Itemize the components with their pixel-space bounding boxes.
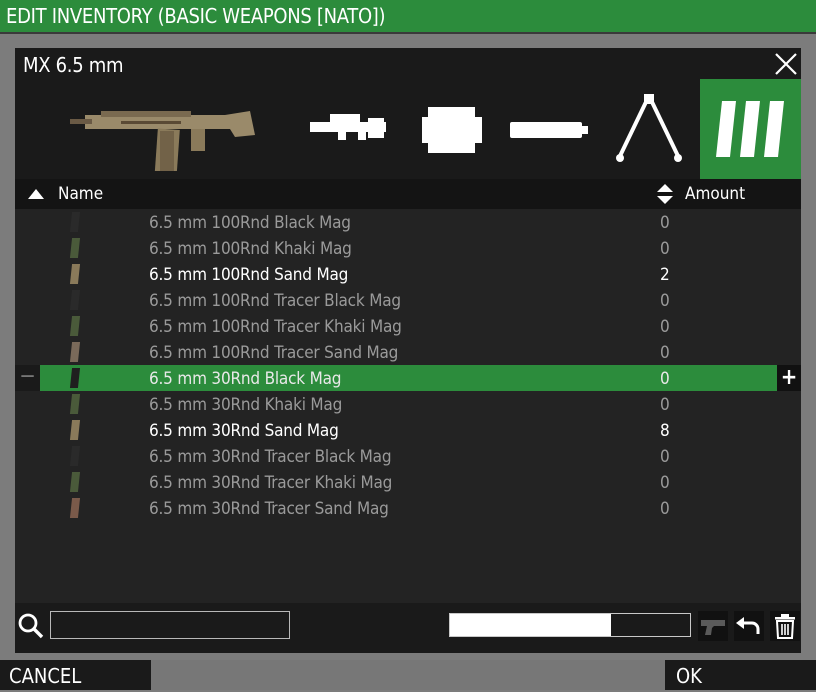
sort-ascending-icon[interactable]	[28, 189, 44, 199]
item-name: 6.5 mm 100Rnd Sand Mag	[149, 265, 349, 285]
load-progress-bar	[449, 613, 691, 637]
item-amount: 0	[660, 473, 670, 493]
magazine-icon	[69, 472, 81, 492]
bipod-icon[interactable]	[612, 92, 687, 167]
item-name: 6.5 mm 30Rnd Tracer Black Mag	[149, 447, 392, 467]
silencer-icon[interactable]	[508, 116, 590, 144]
item-amount: 8	[660, 421, 670, 441]
undo-icon	[736, 617, 760, 634]
list-item[interactable]: 6.5 mm 100Rnd Black Mag 0	[15, 209, 801, 235]
list-item[interactable]: 6.5 mm 100Rnd Tracer Sand Mag 0	[15, 339, 801, 365]
list-item[interactable]: 6.5 mm 30Rnd Black Mag 0	[40, 365, 777, 391]
decrease-button[interactable]: −	[15, 365, 40, 391]
item-name: 6.5 mm 30Rnd Tracer Sand Mag	[149, 499, 389, 519]
search-input[interactable]	[50, 611, 290, 639]
list-item[interactable]: 6.5 mm 30Rnd Tracer Sand Mag 0	[15, 495, 801, 521]
undo-button[interactable]	[734, 611, 764, 641]
window-title: EDIT INVENTORY (BASIC WEAPONS [NATO])	[0, 0, 816, 32]
magazines-icon[interactable]	[700, 79, 801, 179]
muzzle-icon[interactable]	[420, 105, 485, 155]
item-name: 6.5 mm 100Rnd Tracer Khaki Mag	[149, 317, 402, 337]
item-name: 6.5 mm 100Rnd Tracer Sand Mag	[149, 343, 399, 363]
magazine-icon	[69, 368, 81, 388]
cancel-button[interactable]: CANCEL	[0, 660, 151, 690]
amount-column-header[interactable]: Amount	[685, 179, 745, 209]
magazine-icon	[69, 446, 81, 466]
delete-button[interactable]	[770, 611, 800, 641]
magazine-icon	[69, 342, 81, 362]
rifle-icon[interactable]	[65, 101, 255, 171]
list-item[interactable]: 6.5 mm 30Rnd Khaki Mag 0	[15, 391, 801, 417]
ok-button[interactable]: OK	[665, 660, 816, 690]
item-amount: 0	[660, 291, 670, 311]
magazine-icon	[69, 290, 81, 310]
magazine-icon	[69, 420, 81, 440]
item-amount: 2	[660, 265, 670, 285]
inventory-panel: MX 6.5 mm Name Amount 6.5 mm 100Rnd Blac…	[15, 48, 801, 603]
increase-button[interactable]: +	[777, 365, 801, 391]
magazine-icon	[69, 264, 81, 284]
list-item[interactable]: 6.5 mm 30Rnd Tracer Khaki Mag 0	[15, 469, 801, 495]
list-item[interactable]: 6.5 mm 30Rnd Tracer Black Mag 0	[15, 443, 801, 469]
list-item[interactable]: 6.5 mm 100Rnd Sand Mag 2	[15, 261, 801, 287]
item-name: 6.5 mm 30Rnd Khaki Mag	[149, 395, 343, 415]
sort-toggle-icon[interactable]	[656, 183, 674, 205]
magazine-icon	[69, 212, 81, 232]
list-item[interactable]: 6.5 mm 100Rnd Tracer Black Mag 0	[15, 287, 801, 313]
scope-icon[interactable]	[308, 108, 388, 148]
magazine-icon	[69, 316, 81, 336]
list-item[interactable]: 6.5 mm 100Rnd Tracer Khaki Mag 0	[15, 313, 801, 339]
pistol-button[interactable]	[698, 611, 728, 641]
list-item[interactable]: 6.5 mm 100Rnd Khaki Mag 0	[15, 235, 801, 261]
item-amount: 0	[660, 343, 670, 363]
column-header: Name Amount	[15, 179, 801, 209]
weapon-name: MX 6.5 mm	[23, 53, 124, 77]
close-icon[interactable]	[773, 51, 799, 77]
magazine-icon	[69, 238, 81, 258]
item-amount: 0	[660, 369, 670, 389]
weapon-header: MX 6.5 mm Name Amount	[15, 48, 801, 209]
item-name: 6.5 mm 100Rnd Black Mag	[149, 213, 351, 233]
item-amount: 0	[660, 213, 670, 233]
item-amount: 0	[660, 317, 670, 337]
name-column-header[interactable]: Name	[58, 179, 103, 209]
item-list: 6.5 mm 100Rnd Black Mag 0 6.5 mm 100Rnd Kh…	[15, 209, 801, 521]
trash-icon	[775, 614, 795, 639]
item-amount: 0	[660, 499, 670, 519]
bottom-toolbar	[15, 603, 801, 653]
list-item[interactable]: 6.5 mm 30Rnd Sand Mag 8	[15, 417, 801, 443]
selected-row-wrapper: − 6.5 mm 30Rnd Black Mag 0 +	[15, 365, 801, 391]
pistol-icon	[701, 620, 725, 635]
item-name: 6.5 mm 100Rnd Khaki Mag	[149, 239, 352, 259]
item-name: 6.5 mm 30Rnd Black Mag	[149, 369, 342, 389]
item-amount: 0	[660, 447, 670, 467]
load-progress-fill	[450, 614, 611, 636]
magazine-icon	[69, 394, 81, 414]
item-amount: 0	[660, 239, 670, 259]
item-amount: 0	[660, 395, 670, 415]
magazine-icon	[69, 498, 81, 518]
search-icon	[18, 613, 44, 639]
item-name: 6.5 mm 100Rnd Tracer Black Mag	[149, 291, 401, 311]
title-divider	[0, 32, 816, 34]
item-name: 6.5 mm 30Rnd Tracer Khaki Mag	[149, 473, 393, 493]
item-name: 6.5 mm 30Rnd Sand Mag	[149, 421, 339, 441]
